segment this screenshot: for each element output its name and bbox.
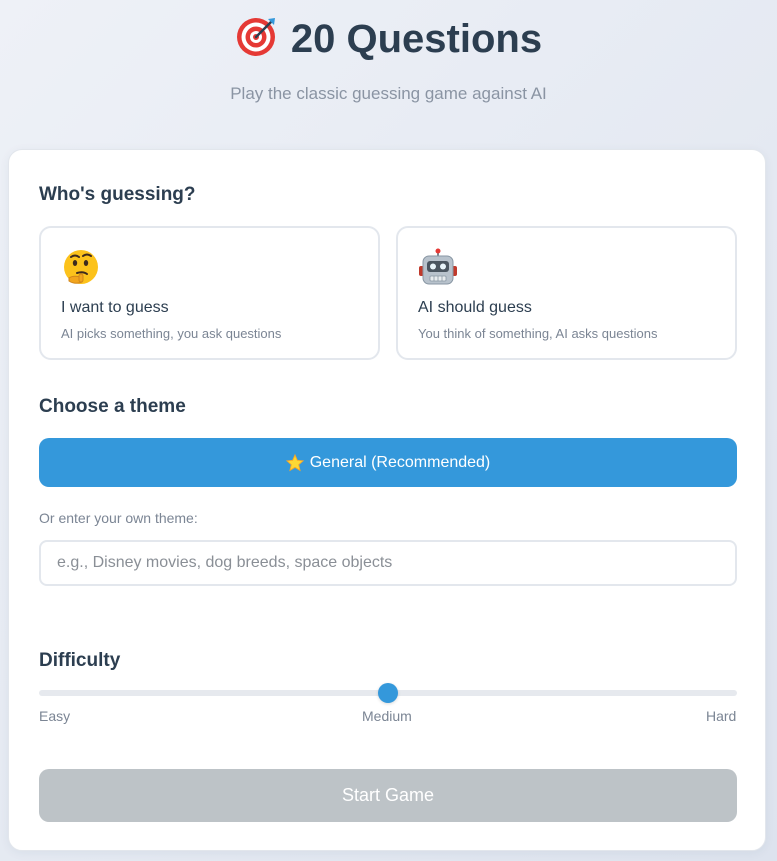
custom-theme-input[interactable]	[39, 540, 737, 586]
thinking-face-icon	[64, 250, 98, 284]
star-icon	[285, 453, 304, 471]
guesser-heading: Who's guessing?	[39, 184, 196, 205]
difficulty-label-hard: Hard	[706, 708, 737, 724]
mode-option-description: You think of something, AI asks question…	[418, 326, 658, 341]
custom-theme-label: Or enter your own theme:	[39, 510, 198, 526]
theme-general-label: General (Recommended)	[309, 453, 491, 471]
page-title: 20 Questions	[0, 14, 777, 63]
difficulty-heading: Difficulty	[39, 650, 121, 671]
mode-option-user-guess[interactable]: I want to guess AI picks something, you …	[39, 226, 380, 360]
mode-option-ai-guess[interactable]: AI should guess You think of something, …	[396, 226, 737, 360]
start-game-button[interactable]: Start Game	[39, 769, 737, 822]
mode-option-title: AI should guess	[418, 299, 532, 316]
page-subtitle: Play the classic guessing game against A…	[230, 84, 547, 103]
page-title-text: 20 Questions	[290, 17, 543, 61]
dart-target-icon	[236, 18, 275, 56]
mode-option-description: AI picks something, you ask questions	[61, 326, 282, 341]
theme-heading: Choose a theme	[39, 396, 186, 417]
mode-option-title: I want to guess	[61, 299, 169, 316]
difficulty-label-medium: Medium	[362, 708, 412, 724]
robot-icon	[419, 248, 457, 285]
difficulty-slider-thumb[interactable]	[378, 683, 398, 703]
setup-card: Who's guessing? I want to guess AI picks…	[8, 149, 766, 851]
theme-general-button[interactable]: General (Recommended)	[39, 438, 737, 487]
difficulty-label-easy: Easy	[39, 708, 71, 724]
